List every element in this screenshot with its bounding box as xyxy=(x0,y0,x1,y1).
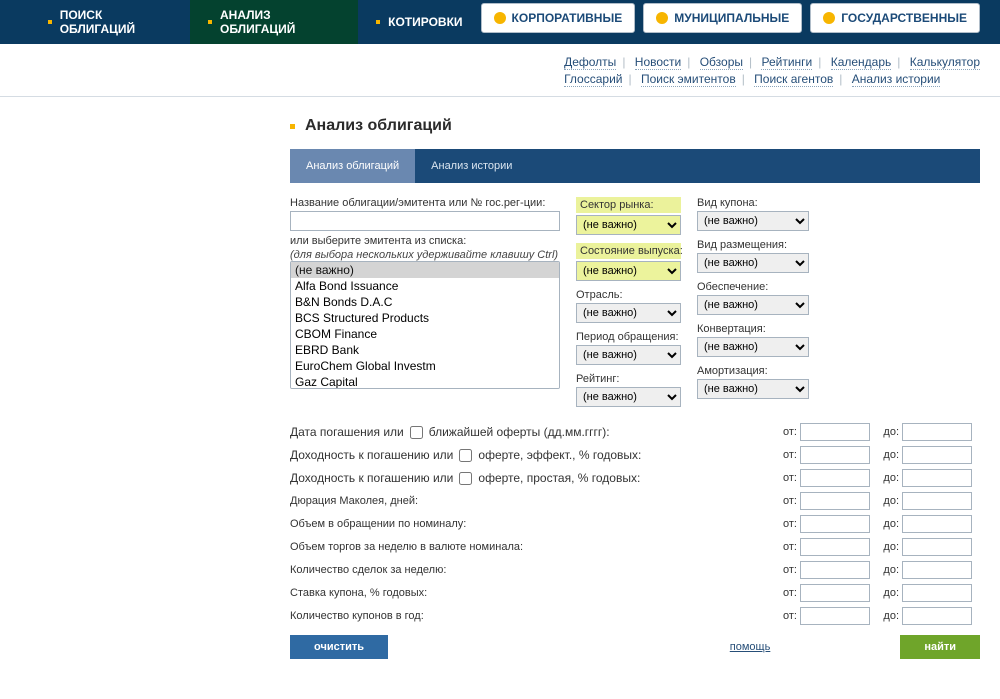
industry-select[interactable]: (не важно) xyxy=(576,303,681,323)
issuer-multiselect[interactable]: (не важно)Alfa Bond IssuanceB&N Bonds D.… xyxy=(290,261,560,389)
conversion-label: Конвертация: xyxy=(697,323,809,335)
maturity-from-input[interactable] xyxy=(800,423,870,441)
circulation-label: Период обращения: xyxy=(576,331,681,343)
dot-icon xyxy=(823,12,835,24)
vol-week-to-input[interactable] xyxy=(902,538,972,556)
placement-type-label: Вид размещения: xyxy=(697,239,809,251)
vol-nominal-label: Объем в обращении по номиналу: xyxy=(290,518,776,530)
tab-label: МУНИЦИПАЛЬНЫЕ xyxy=(674,11,789,25)
tab-history-analysis[interactable]: Анализ истории xyxy=(415,149,528,183)
bullet-icon xyxy=(208,20,212,24)
issuer-pick-label: или выберите эмитента из списка: xyxy=(290,235,560,247)
yield-eff-post: оферте, эффект., % годовых: xyxy=(478,448,641,462)
link-calculator[interactable]: Калькулятор xyxy=(910,55,980,70)
issue-state-label: Состояние выпуска: xyxy=(576,243,681,259)
rating-label: Рейтинг: xyxy=(576,373,681,385)
industry-label: Отрасль: xyxy=(576,289,681,301)
coupon-type-label: Вид купона: xyxy=(697,197,809,209)
link-calendar[interactable]: Календарь xyxy=(831,55,892,70)
tab-corporate[interactable]: КОРПОРАТИВНЫЕ xyxy=(481,3,636,33)
tab-government[interactable]: ГОСУДАРСТВЕННЫЕ xyxy=(810,3,980,33)
bullet-icon xyxy=(48,20,52,24)
maturity-to-input[interactable] xyxy=(902,423,972,441)
name-input[interactable] xyxy=(290,211,560,231)
market-sector-select[interactable]: (не важно) xyxy=(576,215,681,235)
find-button[interactable]: найти xyxy=(900,635,980,659)
yield-simple-pre: Доходность к погашению или xyxy=(290,471,453,485)
yield-simple-post: оферте, простая, % годовых: xyxy=(478,471,640,485)
nav-quotes[interactable]: КОТИРОВКИ xyxy=(358,0,480,44)
maturity-post: ближайшей оферты (дд.мм.гггг): xyxy=(429,425,610,439)
coupons-year-label: Количество купонов в год: xyxy=(290,610,776,622)
page-title: Анализ облигаций xyxy=(305,117,452,135)
link-news[interactable]: Новости xyxy=(635,55,681,70)
coupon-rate-label: Ставка купона, % годовых: xyxy=(290,587,776,599)
link-issuer-search[interactable]: Поиск эмитентов xyxy=(641,72,736,87)
maturity-pre: Дата погашения или xyxy=(290,425,404,439)
coupons-year-from-input[interactable] xyxy=(800,607,870,625)
duration-to-input[interactable] xyxy=(902,492,972,510)
deals-week-to-input[interactable] xyxy=(902,561,972,579)
link-ratings[interactable]: Рейтинги xyxy=(761,55,812,70)
tab-bond-analysis[interactable]: Анализ облигаций xyxy=(290,149,415,183)
circulation-select[interactable]: (не важно) xyxy=(576,345,681,365)
yield-eff-pre: Доходность к погашению или xyxy=(290,448,453,462)
dot-icon xyxy=(494,12,506,24)
market-sector-label: Сектор рынка: xyxy=(576,197,681,213)
amortization-label: Амортизация: xyxy=(697,365,809,377)
tab-municipal[interactable]: МУНИЦИПАЛЬНЫЕ xyxy=(643,3,802,33)
amortization-select[interactable]: (не важно) xyxy=(697,379,809,399)
rating-select[interactable]: (не важно) xyxy=(576,387,681,407)
conversion-select[interactable]: (не важно) xyxy=(697,337,809,357)
deals-week-from-input[interactable] xyxy=(800,561,870,579)
yield-eff-to-input[interactable] xyxy=(902,446,972,464)
name-label: Название облигации/эмитента или № гос.ре… xyxy=(290,197,560,209)
placement-type-select[interactable]: (не важно) xyxy=(697,253,809,273)
deals-week-label: Количество сделок за неделю: xyxy=(290,564,776,576)
help-link[interactable]: помощь xyxy=(730,641,771,653)
nav-label: ПОИСК ОБЛИГАЦИЙ xyxy=(60,8,173,36)
collateral-select[interactable]: (не важно) xyxy=(697,295,809,315)
tab-label: КОРПОРАТИВНЫЕ xyxy=(512,11,623,25)
vol-nominal-to-input[interactable] xyxy=(902,515,972,533)
bullet-icon xyxy=(376,20,380,24)
coupons-year-to-input[interactable] xyxy=(902,607,972,625)
yield-simple-to-input[interactable] xyxy=(902,469,972,487)
duration-from-input[interactable] xyxy=(800,492,870,510)
maturity-offer-checkbox[interactable] xyxy=(410,426,423,439)
sublinks: Дефолты| Новости| Обзоры| Рейтинги| Кале… xyxy=(564,54,980,88)
issue-state-select[interactable]: (не важно) xyxy=(576,261,681,281)
coupon-rate-from-input[interactable] xyxy=(800,584,870,602)
to-label: до: xyxy=(878,426,902,438)
vol-week-label: Объем торгов за неделю в валюте номинала… xyxy=(290,541,776,553)
dot-icon xyxy=(656,12,668,24)
coupon-rate-to-input[interactable] xyxy=(902,584,972,602)
nav-search-bonds[interactable]: ПОИСК ОБЛИГАЦИЙ xyxy=(30,0,190,44)
link-agent-search[interactable]: Поиск агентов xyxy=(754,72,833,87)
vol-nominal-from-input[interactable] xyxy=(800,515,870,533)
yield-simple-from-input[interactable] xyxy=(800,469,870,487)
link-reviews[interactable]: Обзоры xyxy=(700,55,743,70)
ctrl-hint: (для выбора нескольких удерживайте клави… xyxy=(290,249,560,261)
from-label: от: xyxy=(776,426,800,438)
link-defaults[interactable]: Дефолты xyxy=(564,55,616,70)
clear-button[interactable]: очистить xyxy=(290,635,388,659)
yield-simple-offer-checkbox[interactable] xyxy=(459,472,472,485)
tab-label: ГОСУДАРСТВЕННЫЕ xyxy=(841,11,967,25)
duration-label: Дюрация Маколея, дней: xyxy=(290,495,776,507)
bullet-icon xyxy=(290,124,295,129)
nav-label: КОТИРОВКИ xyxy=(388,15,462,29)
nav-label: АНАЛИЗ ОБЛИГАЦИЙ xyxy=(220,8,340,36)
nav-analysis-bonds[interactable]: АНАЛИЗ ОБЛИГАЦИЙ xyxy=(190,0,358,44)
yield-eff-offer-checkbox[interactable] xyxy=(459,449,472,462)
collateral-label: Обеспечение: xyxy=(697,281,809,293)
yield-eff-from-input[interactable] xyxy=(800,446,870,464)
link-history-analysis[interactable]: Анализ истории xyxy=(852,72,941,87)
link-glossary[interactable]: Глоссарий xyxy=(564,72,622,87)
coupon-type-select[interactable]: (не важно) xyxy=(697,211,809,231)
vol-week-from-input[interactable] xyxy=(800,538,870,556)
